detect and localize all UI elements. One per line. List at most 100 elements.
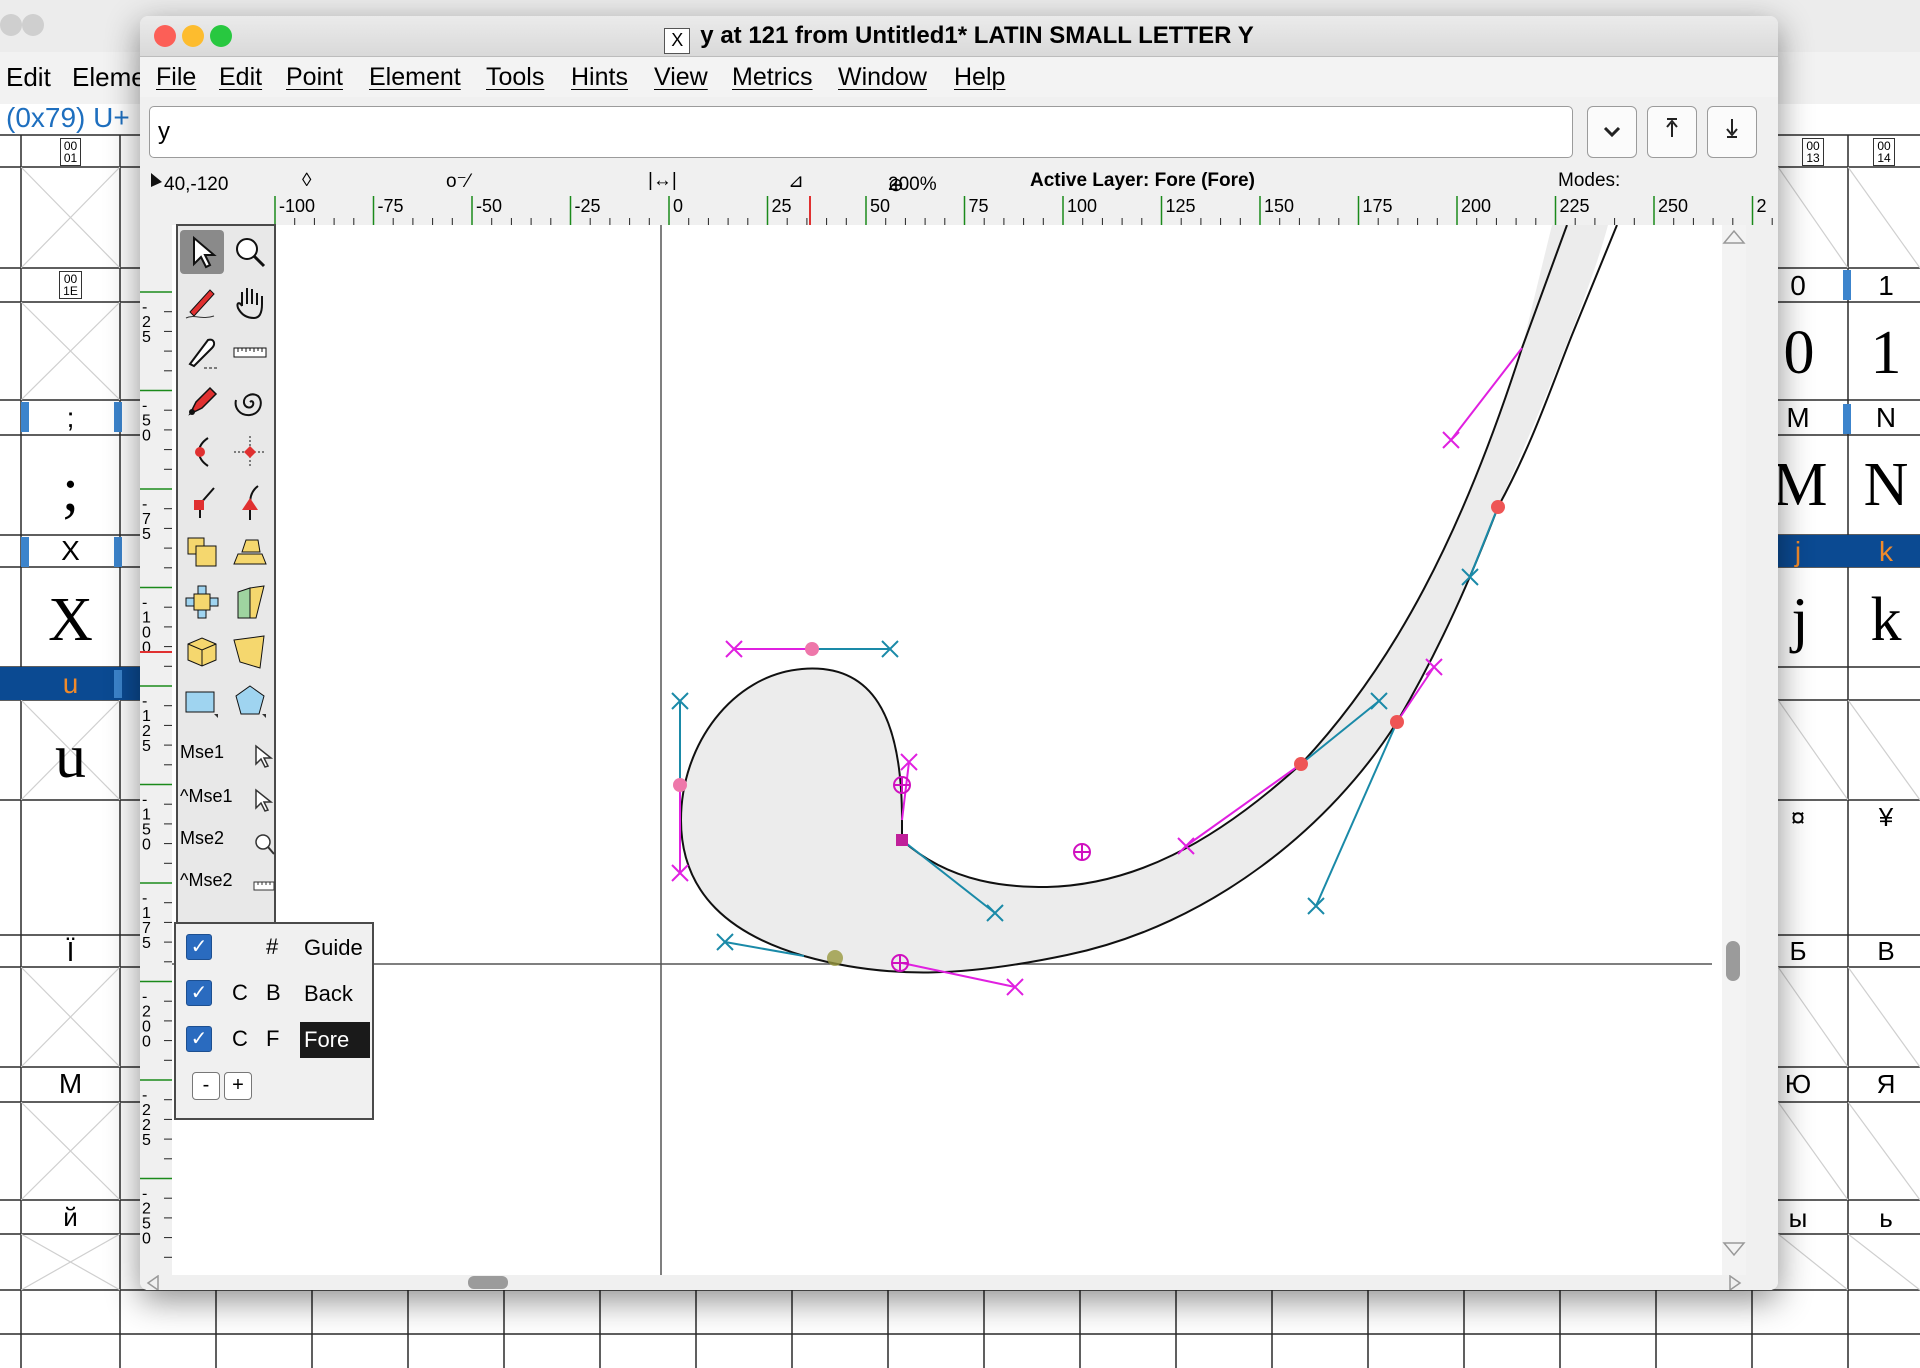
tool-corner-point[interactable] bbox=[180, 480, 224, 524]
cell-glyph-one[interactable]: 1 bbox=[1852, 318, 1920, 389]
tool-3d-rotate[interactable] bbox=[180, 630, 224, 674]
tool-freehand[interactable] bbox=[180, 280, 224, 324]
pointer-icon bbox=[255, 744, 274, 768]
tool-perspective[interactable] bbox=[228, 630, 272, 674]
tool-spiro[interactable] bbox=[228, 380, 272, 424]
remove-layer-button[interactable]: - bbox=[192, 1072, 220, 1100]
cell-glyph-k[interactable]: k bbox=[1852, 585, 1920, 656]
cell-label-soft-sign: ь bbox=[1879, 1203, 1893, 1233]
add-layer-button[interactable]: + bbox=[224, 1072, 252, 1100]
layer-name-guide[interactable]: Guide bbox=[300, 930, 370, 966]
cell-label-currency: ¤ bbox=[1790, 802, 1806, 832]
window-title: Xy at 121 from Untitled1* LATIN SMALL LE… bbox=[140, 22, 1778, 54]
dropdown-button[interactable] bbox=[1587, 106, 1637, 158]
layer-row-back[interactable]: ✓ C B Back bbox=[176, 972, 372, 1016]
tool-skew[interactable] bbox=[228, 580, 272, 624]
next-word-button[interactable] bbox=[1707, 106, 1757, 158]
control-point[interactable] bbox=[1307, 897, 1325, 915]
menu-metrics[interactable]: Metrics bbox=[732, 63, 813, 92]
tool-magnify[interactable] bbox=[228, 230, 272, 274]
tool-pointer[interactable] bbox=[180, 230, 224, 274]
layer-name-fore[interactable]: Fore bbox=[300, 1022, 370, 1058]
tool-rotate[interactable] bbox=[180, 580, 224, 624]
glyph-canvas[interactable] bbox=[172, 225, 1746, 1275]
menu-help[interactable]: Help bbox=[954, 63, 1005, 92]
cell-glyph-n-upper[interactable]: N bbox=[1852, 450, 1920, 521]
tool-ruler[interactable] bbox=[228, 330, 272, 374]
menu-window[interactable]: Window bbox=[838, 63, 927, 92]
knife-icon bbox=[188, 338, 218, 369]
layer-name-back[interactable]: Back bbox=[300, 976, 370, 1012]
tangent-point-icon bbox=[242, 485, 259, 520]
h-ruler-label: 100 bbox=[1067, 196, 1097, 216]
h-ruler-label: 200 bbox=[1461, 196, 1491, 216]
tool-flip[interactable] bbox=[228, 530, 272, 574]
window-title-text: y at 121 from Untitled1* LATIN SMALL LET… bbox=[700, 22, 1254, 49]
cell-glyph-j[interactable]: j bbox=[1770, 585, 1830, 656]
distance-icon: |↔| bbox=[648, 170, 677, 191]
control-point[interactable] bbox=[1006, 978, 1024, 996]
cell-glyph-semicolon[interactable]: ; bbox=[21, 455, 120, 526]
corner-point-icon bbox=[194, 487, 215, 518]
cell-glyph-u[interactable]: u bbox=[21, 722, 120, 793]
menu-edit[interactable]: Edit bbox=[219, 63, 262, 92]
cell-label-0001: 00 01 bbox=[21, 138, 120, 166]
prev-word-icon bbox=[1666, 118, 1678, 137]
control-point[interactable] bbox=[1442, 431, 1460, 449]
layer-row-fore[interactable]: ✓ C F Fore bbox=[176, 1018, 372, 1062]
tool-rectangle[interactable] bbox=[180, 680, 224, 724]
cell-glyph-m-upper[interactable]: M bbox=[1770, 450, 1830, 521]
horizontal-scrollbar[interactable] bbox=[140, 1274, 1778, 1290]
h-ruler-label: -100 bbox=[279, 196, 315, 216]
menu-point[interactable]: Point bbox=[286, 63, 343, 92]
menu-view[interactable]: View bbox=[654, 63, 708, 92]
menu-tools[interactable]: Tools bbox=[486, 63, 544, 92]
rotate-icon bbox=[185, 585, 219, 619]
cell-label-yery: ы bbox=[1788, 1203, 1808, 1233]
layer-code: B bbox=[266, 980, 281, 1005]
layer-code: F bbox=[266, 1026, 280, 1051]
glyph-window-menubar: File Edit Point Element Tools Hints View… bbox=[140, 57, 1778, 97]
menu-file[interactable]: File bbox=[156, 63, 196, 92]
cell-label-x: X bbox=[61, 535, 80, 566]
cell-label-m: M bbox=[58, 1068, 83, 1099]
glyph-text-field[interactable] bbox=[149, 106, 1573, 158]
cell-label-0014: 00 14 bbox=[1848, 138, 1920, 166]
menu-element[interactable]: Element bbox=[369, 63, 461, 92]
tool-knife[interactable] bbox=[180, 330, 224, 374]
tool-tangent-point[interactable] bbox=[228, 480, 272, 524]
tool-palette: Mse1 ^Mse1 Mse2 ^Mse2 bbox=[176, 224, 276, 924]
tool-scroll-hand[interactable] bbox=[228, 280, 272, 324]
glyph-text-input[interactable] bbox=[150, 107, 1572, 157]
cell-glyph-x[interactable]: X bbox=[21, 585, 120, 656]
cell-label-be: Б bbox=[1789, 936, 1807, 966]
tool-polygon[interactable] bbox=[228, 680, 272, 724]
previous-word-button[interactable] bbox=[1647, 106, 1697, 158]
cell-label-i-diaeresis: Ï bbox=[66, 936, 75, 967]
layer-visibility-checkbox[interactable]: ✓ bbox=[186, 934, 212, 960]
mouse1-label: Mse1 bbox=[180, 742, 225, 762]
tool-curve-point[interactable] bbox=[180, 430, 224, 474]
cell-label-semicolon: ; bbox=[66, 402, 75, 433]
menu-hints[interactable]: Hints bbox=[571, 63, 628, 92]
ctrl-mouse2-label: ^Mse2 bbox=[180, 870, 233, 890]
cell-label-0013: 00 13 bbox=[1778, 138, 1848, 166]
angle-icon: ⊿ bbox=[788, 171, 804, 192]
layer-visibility-checkbox[interactable]: ✓ bbox=[186, 980, 212, 1006]
cell-glyph-zero[interactable]: 0 bbox=[1774, 318, 1824, 389]
h-ruler-label: 25 bbox=[772, 196, 792, 216]
cell-label-one: 1 bbox=[1878, 270, 1894, 301]
tool-pen[interactable] bbox=[180, 380, 224, 424]
scroll-left-icon bbox=[146, 1274, 159, 1290]
cell-label-k: k bbox=[1879, 536, 1893, 567]
mouse2-label: Mse2 bbox=[180, 828, 225, 848]
layer-code: # bbox=[266, 934, 279, 959]
info-bar: 40,-120 ◊ o⁻⁄ |↔| ⊿ ⊕ 200% Active Layer:… bbox=[140, 166, 1778, 196]
layer-row-guide[interactable]: ✓ # Guide bbox=[176, 926, 372, 970]
skew-icon bbox=[237, 585, 265, 619]
layer-visibility-checkbox[interactable]: ✓ bbox=[186, 1026, 212, 1052]
h-ruler-label: 2 bbox=[1757, 196, 1767, 216]
tool-scale[interactable] bbox=[180, 530, 224, 574]
tool-hv-curve-point[interactable] bbox=[228, 430, 272, 474]
polygon-icon bbox=[235, 685, 266, 718]
